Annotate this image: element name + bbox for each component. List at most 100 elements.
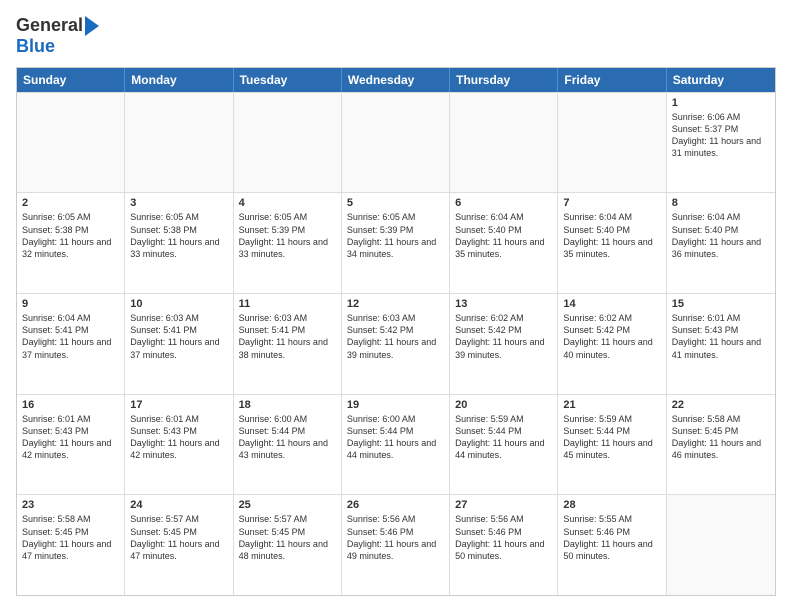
calendar-empty-cell [234,93,342,193]
day-number: 8 [672,197,770,209]
day-number: 24 [130,499,227,511]
calendar-day-27: 27 Sunrise: 5:56 AM Sunset: 5:46 PM Dayli… [450,495,558,595]
calendar-day-18: 18 Sunrise: 6:00 AM Sunset: 5:44 PM Dayli… [234,395,342,495]
day-info: Sunrise: 5:57 AM Sunset: 5:45 PM Dayligh… [130,513,227,562]
header-day-sunday: Sunday [17,68,125,92]
day-info: Sunrise: 6:01 AM Sunset: 5:43 PM Dayligh… [130,413,227,462]
calendar-day-20: 20 Sunrise: 5:59 AM Sunset: 5:44 PM Dayli… [450,395,558,495]
calendar-day-13: 13 Sunrise: 6:02 AM Sunset: 5:42 PM Dayli… [450,294,558,394]
day-number: 3 [130,197,227,209]
header-day-saturday: Saturday [667,68,775,92]
day-number: 28 [563,499,660,511]
calendar-week-1: 1 Sunrise: 6:06 AM Sunset: 5:37 PM Daylig… [17,92,775,193]
day-number: 4 [239,197,336,209]
day-number: 22 [672,399,770,411]
calendar-day-10: 10 Sunrise: 6:03 AM Sunset: 5:41 PM Dayli… [125,294,233,394]
day-number: 12 [347,298,444,310]
day-number: 20 [455,399,552,411]
day-info: Sunrise: 6:01 AM Sunset: 5:43 PM Dayligh… [22,413,119,462]
day-number: 18 [239,399,336,411]
day-number: 2 [22,197,119,209]
header-day-thursday: Thursday [450,68,558,92]
day-info: Sunrise: 6:02 AM Sunset: 5:42 PM Dayligh… [563,312,660,361]
calendar-day-17: 17 Sunrise: 6:01 AM Sunset: 5:43 PM Dayli… [125,395,233,495]
day-number: 19 [347,399,444,411]
day-info: Sunrise: 6:01 AM Sunset: 5:43 PM Dayligh… [672,312,770,361]
day-info: Sunrise: 6:03 AM Sunset: 5:41 PM Dayligh… [130,312,227,361]
day-number: 27 [455,499,552,511]
day-number: 25 [239,499,336,511]
header-day-tuesday: Tuesday [234,68,342,92]
calendar-day-3: 3 Sunrise: 6:05 AM Sunset: 5:38 PM Daylig… [125,193,233,293]
calendar-day-5: 5Sunrise: 6:05 AM Sunset: 5:39 PM Daylig… [342,193,450,293]
calendar-day-7: 7 Sunrise: 6:04 AM Sunset: 5:40 PM Daylig… [558,193,666,293]
calendar-day-1: 1 Sunrise: 6:06 AM Sunset: 5:37 PM Daylig… [667,93,775,193]
day-info: Sunrise: 5:55 AM Sunset: 5:46 PM Dayligh… [563,513,660,562]
day-info: Sunrise: 6:02 AM Sunset: 5:42 PM Dayligh… [455,312,552,361]
logo-general: General [16,16,83,36]
day-info: Sunrise: 5:59 AM Sunset: 5:44 PM Dayligh… [455,413,552,462]
day-number: 14 [563,298,660,310]
day-info: Sunrise: 6:04 AM Sunset: 5:40 PM Dayligh… [563,211,660,260]
calendar-day-19: 19 Sunrise: 6:00 AM Sunset: 5:44 PM Dayli… [342,395,450,495]
day-number: 21 [563,399,660,411]
calendar-week-4: 16 Sunrise: 6:01 AM Sunset: 5:43 PM Dayli… [17,394,775,495]
calendar-day-22: 22 Sunrise: 5:58 AM Sunset: 5:45 PM Dayli… [667,395,775,495]
day-number: 16 [22,399,119,411]
day-number: 15 [672,298,770,310]
day-number: 1 [672,97,770,109]
day-number: 10 [130,298,227,310]
calendar-day-16: 16 Sunrise: 6:01 AM Sunset: 5:43 PM Dayli… [17,395,125,495]
calendar-week-5: 23 Sunrise: 5:58 AM Sunset: 5:45 PM Dayli… [17,494,775,595]
calendar-day-4: 4 Sunrise: 6:05 AM Sunset: 5:39 PM Daylig… [234,193,342,293]
calendar-day-9: 9Sunrise: 6:04 AM Sunset: 5:41 PM Daylig… [17,294,125,394]
day-info: Sunrise: 6:00 AM Sunset: 5:44 PM Dayligh… [347,413,444,462]
day-info: Sunrise: 5:58 AM Sunset: 5:45 PM Dayligh… [672,413,770,462]
calendar-day-8: 8Sunrise: 6:04 AM Sunset: 5:40 PM Daylig… [667,193,775,293]
calendar-week-3: 9Sunrise: 6:04 AM Sunset: 5:41 PM Daylig… [17,293,775,394]
day-info: Sunrise: 6:05 AM Sunset: 5:39 PM Dayligh… [347,211,444,260]
calendar-empty-cell [125,93,233,193]
day-info: Sunrise: 5:56 AM Sunset: 5:46 PM Dayligh… [455,513,552,562]
day-number: 17 [130,399,227,411]
day-info: Sunrise: 6:00 AM Sunset: 5:44 PM Dayligh… [239,413,336,462]
calendar-day-14: 14 Sunrise: 6:02 AM Sunset: 5:42 PM Dayli… [558,294,666,394]
calendar-day-2: 2 Sunrise: 6:05 AM Sunset: 5:38 PM Daylig… [17,193,125,293]
calendar-day-26: 26 Sunrise: 5:56 AM Sunset: 5:46 PM Dayli… [342,495,450,595]
calendar-empty-cell [342,93,450,193]
day-info: Sunrise: 6:04 AM Sunset: 5:41 PM Dayligh… [22,312,119,361]
day-info: Sunrise: 6:03 AM Sunset: 5:42 PM Dayligh… [347,312,444,361]
logo-blue: Blue [16,37,55,57]
day-number: 26 [347,499,444,511]
calendar-day-11: 11Sunrise: 6:03 AM Sunset: 5:41 PM Dayli… [234,294,342,394]
calendar-day-24: 24 Sunrise: 5:57 AM Sunset: 5:45 PM Dayli… [125,495,233,595]
day-info: Sunrise: 6:05 AM Sunset: 5:38 PM Dayligh… [22,211,119,260]
day-info: Sunrise: 5:59 AM Sunset: 5:44 PM Dayligh… [563,413,660,462]
calendar: SundayMondayTuesdayWednesdayThursdayFrid… [16,67,776,596]
logo-arrow-icon [85,16,99,36]
day-number: 13 [455,298,552,310]
header-day-monday: Monday [125,68,233,92]
calendar-day-21: 21 Sunrise: 5:59 AM Sunset: 5:44 PM Dayli… [558,395,666,495]
day-info: Sunrise: 6:05 AM Sunset: 5:39 PM Dayligh… [239,211,336,260]
day-info: Sunrise: 5:58 AM Sunset: 5:45 PM Dayligh… [22,513,119,562]
day-number: 23 [22,499,119,511]
day-info: Sunrise: 6:04 AM Sunset: 5:40 PM Dayligh… [455,211,552,260]
calendar-day-25: 25 Sunrise: 5:57 AM Sunset: 5:45 PM Dayli… [234,495,342,595]
day-info: Sunrise: 5:56 AM Sunset: 5:46 PM Dayligh… [347,513,444,562]
day-number: 7 [563,197,660,209]
day-info: Sunrise: 6:03 AM Sunset: 5:41 PM Dayligh… [239,312,336,361]
calendar-day-15: 15 Sunrise: 6:01 AM Sunset: 5:43 PM Dayli… [667,294,775,394]
calendar-header: SundayMondayTuesdayWednesdayThursdayFrid… [17,68,775,92]
calendar-empty-cell [558,93,666,193]
logo: General Blue [16,16,99,57]
header-day-wednesday: Wednesday [342,68,450,92]
calendar-empty-cell [17,93,125,193]
day-info: Sunrise: 6:05 AM Sunset: 5:38 PM Dayligh… [130,211,227,260]
calendar-empty-cell [667,495,775,595]
calendar-day-12: 12 Sunrise: 6:03 AM Sunset: 5:42 PM Dayli… [342,294,450,394]
day-info: Sunrise: 5:57 AM Sunset: 5:45 PM Dayligh… [239,513,336,562]
day-info: Sunrise: 6:06 AM Sunset: 5:37 PM Dayligh… [672,111,770,160]
calendar-day-28: 28 Sunrise: 5:55 AM Sunset: 5:46 PM Dayli… [558,495,666,595]
page-header: General Blue [16,16,776,57]
